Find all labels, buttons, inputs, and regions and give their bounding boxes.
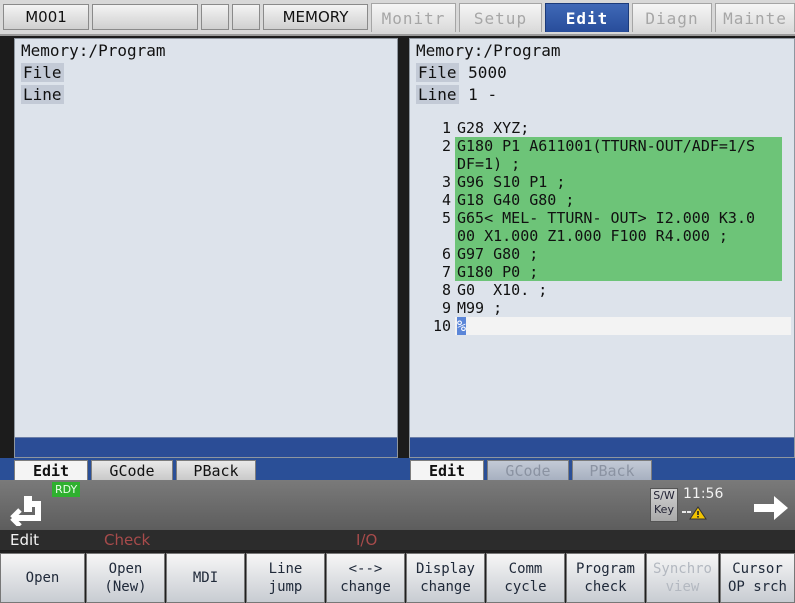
left-path: Memory:/Program [21, 41, 166, 60]
right-file-row: File 5000 [416, 63, 507, 83]
right-file-label: File [416, 63, 459, 82]
right-subtab-edit[interactable]: Edit [410, 460, 484, 480]
tab-monitr[interactable]: Monitr [371, 3, 456, 32]
code-line-wrap[interactable]: 00 X1.000 Z1.000 F100 R4.000 ; [410, 227, 794, 245]
code-text: G97 G80 ; [455, 245, 782, 263]
cursor-line[interactable]: % [455, 317, 791, 335]
menu-mdi-button[interactable]: MDI [166, 553, 245, 603]
menu-change-button[interactable]: <--> change [326, 553, 405, 603]
ready-indicator: RDY [52, 482, 81, 497]
clock: 11:56 [683, 486, 724, 502]
code-line[interactable]: 5 G65< MEL- TTURN- OUT> I2.000 K3.0 [410, 209, 794, 227]
code-text: G96 S10 P1 ; [455, 173, 782, 191]
code-line[interactable]: 4 G18 G40 G80 ; [410, 191, 794, 209]
menu-cursor-op-search-button[interactable]: Cursor OP srch [720, 553, 795, 603]
code-line[interactable]: 9 M99 ; [410, 299, 794, 317]
line-number: 8 [441, 281, 451, 299]
menu-line-jump-button[interactable]: Line jump [246, 553, 325, 603]
right-edit-pane[interactable]: Memory:/Program File 5000 Line 1 - 1 G28… [409, 38, 795, 458]
tab-mainte[interactable]: Mainte [715, 3, 795, 32]
code-line-wrap[interactable]: DF=1) ; [410, 155, 794, 173]
code-text: G28 XYZ; [457, 119, 530, 137]
right-file-value: 5000 [468, 63, 507, 82]
tab-diagn[interactable]: Diagn [632, 3, 712, 32]
left-file-label: File [21, 63, 64, 82]
left-subtab-edit[interactable]: Edit [14, 460, 88, 480]
program-number: M001 [3, 4, 89, 30]
program-listing[interactable]: 1 G28 XYZ; 2 G180 P1 A611001(TTURN-OUT/A… [410, 119, 794, 335]
menu-synchro-view-button[interactable]: Synchro view [646, 553, 719, 603]
right-input-bar[interactable] [410, 437, 794, 457]
line-number: 2 [441, 137, 451, 155]
code-line[interactable]: 1 G28 XYZ; [410, 119, 794, 137]
line-number: 4 [441, 191, 451, 209]
left-subtab-row: Edit GCode PBack [0, 458, 398, 480]
code-line[interactable]: 8 G0 X10. ; [410, 281, 794, 299]
sw-key-label-bottom: Key [654, 503, 674, 516]
status-bar: RDY S/W Key 11:56 [0, 480, 795, 530]
left-line-label: Line [21, 85, 64, 104]
back-arrow-icon[interactable] [8, 494, 46, 526]
code-line[interactable]: 7 G180 P0 ; [410, 263, 794, 281]
check-text: Check [104, 531, 151, 549]
right-path: Memory:/Program [416, 41, 561, 60]
left-edit-pane[interactable]: Memory:/Program File Line [14, 38, 398, 458]
right-line-row: Line 1 - [416, 85, 497, 105]
status-cell-small-2 [232, 4, 260, 30]
left-input-bar[interactable] [15, 437, 397, 457]
mode-line: Edit Check I/O [0, 530, 795, 550]
status-cell-small-1 [201, 4, 229, 30]
tab-edit[interactable]: Edit [545, 3, 629, 32]
code-text: G65< MEL- TTURN- OUT> I2.000 K3.0 [455, 209, 782, 227]
code-text: M99 ; [457, 299, 503, 317]
io-text: I/O [356, 531, 378, 549]
line-number: 10 [432, 317, 451, 335]
status-cell-blank [92, 4, 198, 30]
line-number: 6 [441, 245, 451, 263]
tab-setup[interactable]: Setup [459, 3, 542, 32]
mode-indicator: MEMORY [263, 4, 368, 30]
line-number: 9 [441, 299, 451, 317]
menu-open-new-button[interactable]: Open (New) [86, 553, 165, 603]
sw-key-button[interactable]: S/W Key [650, 488, 678, 522]
forward-arrow-icon[interactable] [752, 492, 790, 524]
right-subtab-pback[interactable]: PBack [572, 460, 652, 480]
menu-comm-cycle-button[interactable]: Comm cycle [486, 553, 565, 603]
code-line[interactable]: 2 G180 P1 A611001(TTURN-OUT/ADF=1/S [410, 137, 794, 155]
edit-cursor: % [457, 317, 467, 335]
left-subtab-gcode[interactable]: GCode [91, 460, 173, 480]
code-text: G18 G40 G80 ; [455, 191, 782, 209]
top-bar: M001 MEMORY Monitr Setup Edit Diagn Main… [0, 0, 795, 36]
function-menu: Open Open (New) MDI Line jump <--> chang… [0, 551, 795, 603]
mode-text: Edit [10, 531, 40, 549]
line-number: 7 [441, 263, 451, 281]
right-line-label: Line [416, 85, 459, 104]
code-line[interactable]: 3 G96 S10 P1 ; [410, 173, 794, 191]
code-line-current[interactable]: 10 % [410, 317, 794, 335]
code-text: G180 P0 ; [455, 263, 782, 281]
code-text: 00 X1.000 Z1.000 F100 R4.000 ; [455, 227, 782, 245]
left-file-row: File [21, 63, 64, 83]
code-text: G0 X10. ; [457, 281, 548, 299]
left-line-row: Line [21, 85, 64, 105]
code-text: G180 P1 A611001(TTURN-OUT/ADF=1/S [455, 137, 782, 155]
code-text: DF=1) ; [455, 155, 782, 173]
sw-key-label-top: S/W [653, 489, 675, 502]
menu-open-button[interactable]: Open [0, 553, 85, 603]
line-number: 3 [441, 173, 451, 191]
code-line[interactable]: 6 G97 G80 ; [410, 245, 794, 263]
right-line-value: 1 - [468, 85, 498, 104]
menu-display-change-button[interactable]: Display change [406, 553, 485, 603]
right-subtab-gcode[interactable]: GCode [487, 460, 569, 480]
line-number: 5 [441, 209, 451, 227]
warning-icon [682, 506, 707, 520]
left-subtab-pback[interactable]: PBack [176, 460, 256, 480]
menu-program-check-button[interactable]: Program check [566, 553, 645, 603]
right-subtab-row: Edit GCode PBack [398, 458, 795, 480]
line-number: 1 [441, 119, 451, 137]
